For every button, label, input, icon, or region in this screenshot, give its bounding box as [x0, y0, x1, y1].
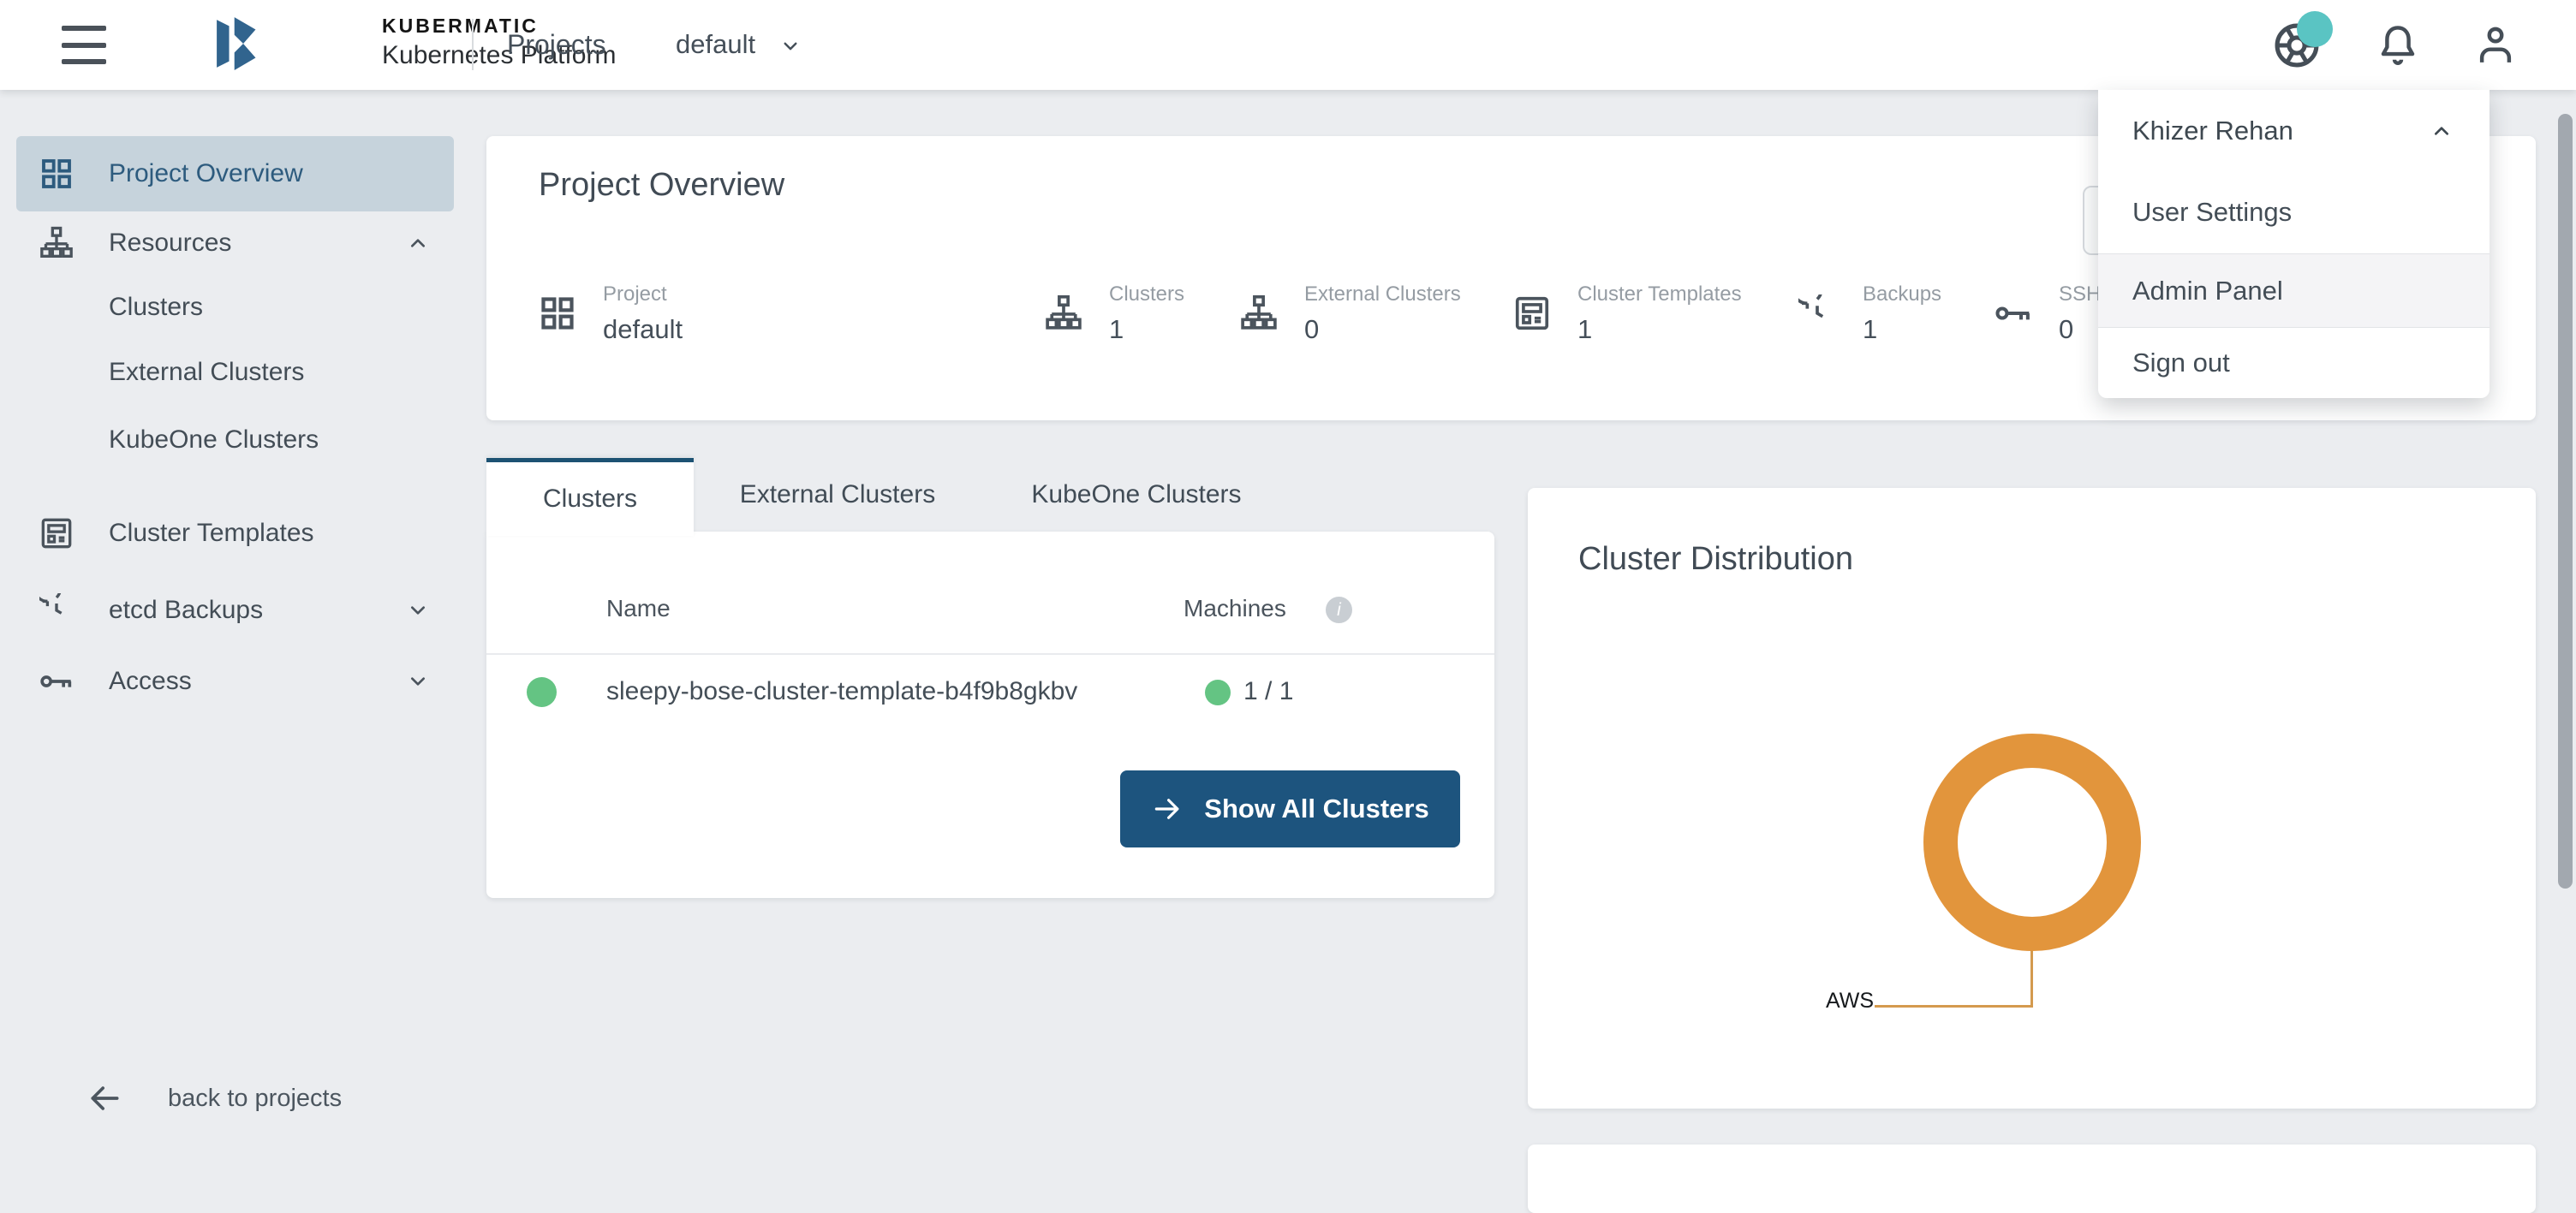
kubermatic-logo-icon [214, 15, 271, 72]
grid-icon [39, 157, 74, 191]
sidebar-item-label: Project Overview [109, 159, 303, 188]
clusters-card: Name Machines i sleepy-bose-cluster-temp… [486, 532, 1494, 898]
sidebar-item-resources[interactable]: Resources [16, 205, 454, 281]
chart-callout-label: AWS [1826, 989, 1874, 1014]
helm-wheel-icon[interactable] [2269, 18, 2324, 73]
column-header-machines: Machines [1184, 595, 1286, 622]
stat-clusters: Clusters 1 [1045, 277, 1184, 349]
template-icon [1513, 294, 1551, 332]
tab-external-clusters[interactable]: External Clusters [694, 458, 981, 532]
machines-health-dot [1205, 680, 1231, 705]
sidebar-item-clusters[interactable]: Clusters [109, 282, 203, 333]
key-icon [1995, 294, 2032, 332]
stat-value: 1 [1109, 314, 1184, 345]
stat-label: Backups [1863, 282, 1941, 306]
restore-clock-icon [39, 593, 74, 627]
arrow-left-icon [86, 1079, 123, 1117]
back-to-projects-label: back to projects [168, 1085, 342, 1113]
stat-label: Cluster Templates [1577, 282, 1742, 306]
callout-line-horizontal [1875, 1005, 2033, 1008]
stat-cluster-templates: Cluster Templates 1 [1513, 277, 1742, 349]
arrow-right-icon [1151, 793, 1184, 825]
chevron-up-icon [2428, 117, 2455, 145]
stat-label: Clusters [1109, 282, 1184, 306]
sitemap-icon [39, 226, 74, 260]
sidebar-item-cluster-templates[interactable]: Cluster Templates [16, 496, 454, 571]
scrollbar-thumb[interactable] [2558, 114, 2573, 889]
cluster-name[interactable]: sleepy-bose-cluster-template-b4f9b8gkbv [606, 677, 1077, 706]
stat-label: External Clusters [1304, 282, 1461, 306]
stat-external-clusters: External Clusters 0 [1240, 277, 1461, 349]
menu-item-sign-out[interactable]: Sign out [2098, 328, 2490, 398]
stat-value: 1 [1577, 314, 1742, 345]
sidebar-item-label: etcd Backups [109, 596, 263, 625]
sidebar-item-external-clusters[interactable]: External Clusters [109, 347, 304, 398]
user-name: Khizer Rehan [2132, 116, 2293, 146]
stat-value: default [603, 314, 683, 345]
chevron-down-icon [404, 668, 432, 695]
menu-item-user-settings[interactable]: User Settings [2098, 171, 2490, 253]
sidebar-item-label: Resources [109, 229, 231, 258]
sidebar-item-label: Cluster Templates [109, 519, 314, 548]
key-icon [39, 664, 74, 699]
sitemap-icon [1045, 294, 1082, 332]
tab-clusters[interactable]: Clusters [486, 458, 694, 536]
bell-icon[interactable] [2374, 21, 2422, 69]
chevron-up-icon [404, 229, 432, 257]
grid-icon [539, 294, 576, 332]
restore-clock-icon [1798, 294, 1836, 332]
user-menu-header[interactable]: Khizer Rehan [2098, 90, 2490, 171]
menu-item-admin-panel[interactable]: Admin Panel [2098, 254, 2490, 327]
show-all-clusters-button[interactable]: Show All Clusters [1120, 770, 1460, 847]
project-selector-value: default [676, 29, 755, 60]
chart-title: Cluster Distribution [1578, 541, 1853, 578]
cluster-health-dot [527, 677, 557, 707]
topbar-divider [472, 19, 474, 70]
show-all-clusters-label: Show All Clusters [1204, 794, 1428, 824]
sidebar-item-etcd-backups[interactable]: etcd Backups [16, 573, 454, 648]
notification-badge [2297, 11, 2333, 47]
user-dropdown-menu: Khizer Rehan User Settings Admin Panel S… [2098, 90, 2490, 398]
sidebar-item-access[interactable]: Access [16, 644, 454, 719]
back-to-projects-link[interactable]: back to projects [16, 1073, 454, 1124]
project-selector[interactable]: default [676, 29, 803, 60]
machines-count: 1 / 1 [1243, 677, 1293, 706]
sidebar-item-project-overview[interactable]: Project Overview [16, 136, 454, 211]
chevron-down-icon [778, 33, 803, 59]
donut-segment-aws[interactable] [1941, 751, 2124, 934]
sidebar-item-label: Access [109, 667, 192, 696]
column-header-name: Name [606, 595, 671, 622]
stat-project: Project default [539, 277, 683, 349]
tab-kubeone-clusters[interactable]: KubeOne Clusters [981, 458, 1291, 532]
section-title: Projects [507, 29, 606, 61]
top-bar: KUBERMATIC Kubernetes Platform Projects … [0, 0, 2576, 90]
stat-backups: Backups 1 [1798, 277, 1941, 349]
user-icon[interactable] [2472, 21, 2519, 69]
callout-line-vertical [2030, 951, 2033, 1008]
sidebar-item-kubeone-clusters[interactable]: KubeOne Clusters [109, 414, 319, 466]
stat-value: 1 [1863, 314, 1941, 345]
hamburger-menu-icon[interactable] [62, 26, 106, 64]
stat-value: 0 [1304, 314, 1461, 345]
donut-chart[interactable] [1923, 734, 2141, 951]
stat-label: Project [603, 282, 683, 306]
table-header-divider [486, 653, 1494, 655]
page-title: Project Overview [539, 167, 784, 204]
next-card-partial [1528, 1145, 2536, 1213]
sitemap-icon [1240, 294, 1278, 332]
chevron-down-icon [404, 597, 432, 624]
info-icon[interactable]: i [1326, 597, 1352, 623]
cluster-distribution-card: Cluster Distribution AWS [1528, 488, 2536, 1109]
template-icon [39, 516, 74, 550]
